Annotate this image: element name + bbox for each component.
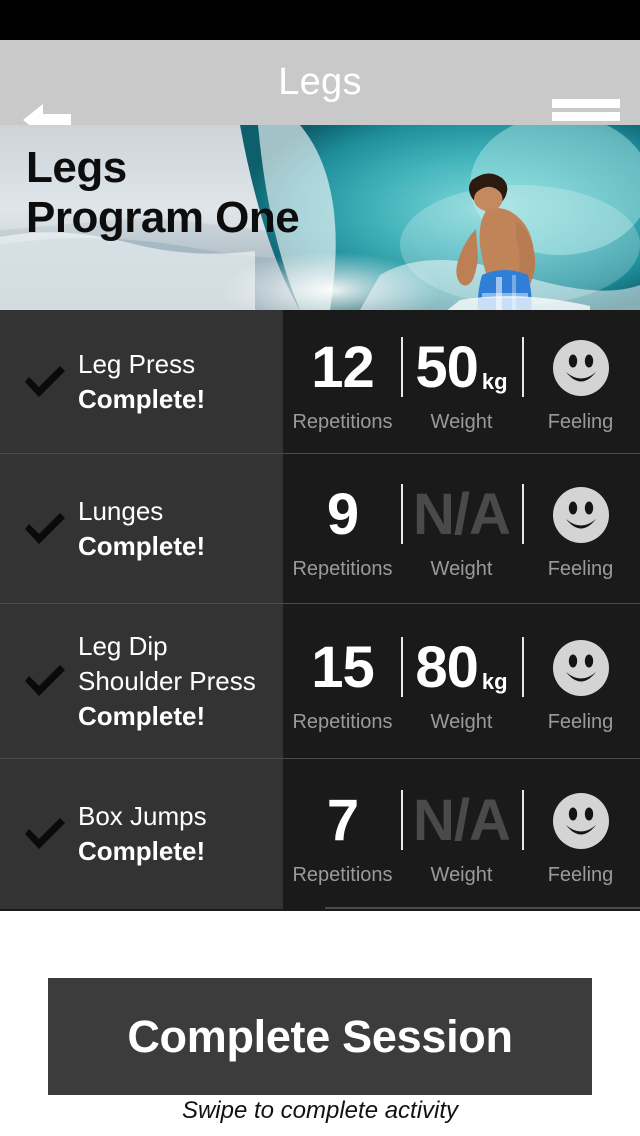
hero-title: Legs Program One (26, 143, 300, 243)
repetitions-label: Repetitions (292, 710, 393, 733)
exercise-name: Box Jumps (78, 801, 207, 831)
exercise-status: Complete! (78, 383, 206, 414)
weight-metric[interactable]: 80 kg (402, 629, 521, 707)
feeling-label: Feeling (547, 863, 614, 886)
feeling-metric[interactable] (521, 782, 640, 860)
metrics-row: 9 N/A (283, 476, 640, 554)
exercise-info-panel[interactable]: Leg Press Complete! (0, 310, 283, 453)
exercise-name-group: Box Jumps Complete! (78, 799, 207, 869)
weight-label: Weight (430, 710, 493, 733)
repetitions-label: Repetitions (292, 558, 393, 580)
repetitions-metric[interactable]: 12 (283, 329, 402, 407)
hero-title-line2: Program One (26, 193, 300, 242)
status-bar (0, 0, 640, 40)
repetitions-label: Repetitions (292, 863, 393, 886)
exercise-name: Shoulder Press (78, 665, 256, 696)
exercise-metrics-panel[interactable]: 7 N/A Repetitions Weight Feeling (283, 758, 640, 909)
exercise-row[interactable]: Box Jumps Complete! 7 N/A Repetitions Weight F… (0, 758, 640, 909)
metric-labels: Repetitions Weight Feeling (283, 558, 640, 581)
exercise-info-panel[interactable]: Lunges Complete! (0, 453, 283, 603)
exercise-list: Leg Press Complete! 12 50 kg Repetitions Weigh… (0, 310, 640, 911)
smiley-face-icon (552, 639, 610, 697)
checkmark-icon (22, 816, 68, 852)
repetitions-label: Repetitions (292, 411, 393, 433)
metrics-row: 7 N/A (283, 782, 640, 860)
exercise-row[interactable]: Leg Dip Shoulder Press Complete! 15 80 kg Repe… (0, 603, 640, 758)
navigation-bar: Legs (0, 40, 640, 147)
page-title: Legs (278, 61, 362, 103)
exercise-row[interactable]: Lunges Complete! 9 N/A Repetitions Weight Feel… (0, 453, 640, 603)
exercise-row[interactable]: Leg Press Complete! 12 50 kg Repetitions Weigh… (0, 310, 640, 453)
smiley-face-icon (552, 339, 610, 397)
metric-labels: Repetitions Weight Feeling (283, 411, 640, 434)
repetitions-value: 12 (311, 335, 375, 400)
next-row-divider (325, 907, 640, 909)
repetitions-metric[interactable]: 7 (283, 782, 402, 860)
weight-value: N/A (413, 787, 511, 853)
exercise-name-group: Leg Press Complete! (78, 347, 205, 417)
complete-session-button[interactable]: Complete Session (48, 978, 592, 1095)
weight-unit: kg (481, 369, 508, 394)
weight-value: 80 (415, 634, 479, 700)
weight-label: Weight (430, 558, 493, 580)
smiley-face-icon (552, 486, 610, 544)
repetitions-metric[interactable]: 15 (283, 629, 402, 707)
repetitions-value: 9 (326, 482, 359, 547)
program-hero-banner: Legs Program One (0, 125, 640, 310)
swipe-hint-label: Swipe to complete activity (181, 1097, 459, 1124)
weight-label: Weight (430, 863, 493, 886)
metrics-row: 15 80 kg (283, 629, 640, 707)
feeling-label: Feeling (547, 710, 614, 733)
metric-labels: Repetitions Weight Feeling (283, 864, 640, 887)
weight-value: N/A (413, 482, 511, 547)
feeling-metric[interactable] (521, 476, 640, 554)
feeling-label: Feeling (547, 558, 614, 580)
metric-labels: Repetitions Weight Feeling (283, 711, 640, 734)
exercise-status: Complete! (78, 700, 206, 731)
exercise-metrics-panel[interactable]: 15 80 kg Repetitions Weight Feeling (283, 603, 640, 758)
exercise-name: Lunges (78, 495, 164, 526)
feeling-metric[interactable] (521, 329, 640, 407)
hamburger-menu-icon (552, 99, 620, 108)
weight-value: 50 (415, 335, 479, 400)
weight-metric[interactable]: 50 kg (402, 329, 521, 407)
hamburger-bar-2 (552, 112, 620, 121)
feeling-metric[interactable] (521, 629, 640, 707)
weight-metric[interactable]: N/A (402, 782, 521, 860)
exercise-name: Leg Dip (78, 630, 168, 661)
repetitions-metric[interactable]: 9 (283, 476, 402, 554)
exercise-status: Complete! (78, 530, 206, 561)
exercise-info-panel[interactable]: Leg Dip Shoulder Press Complete! (0, 603, 283, 758)
weight-metric[interactable]: N/A (402, 476, 521, 554)
exercise-name-group: Lunges Complete! (78, 494, 205, 564)
checkmark-icon (22, 511, 68, 547)
footer-area: Complete Session Swipe to complete activ… (0, 911, 640, 1136)
checkmark-icon (22, 663, 68, 699)
repetitions-value: 7 (326, 787, 359, 853)
exercise-status: Complete! (78, 836, 206, 866)
hero-title-line1: Legs (26, 143, 127, 192)
metrics-row: 12 50 kg (283, 329, 640, 407)
repetitions-value: 15 (311, 634, 375, 700)
weight-unit: kg (481, 668, 508, 694)
exercise-info-panel[interactable]: Box Jumps Complete! (0, 758, 283, 909)
exercise-metrics-panel[interactable]: 12 50 kg Repetitions Weight Feeling (283, 310, 640, 453)
checkmark-icon (22, 364, 68, 400)
exercise-name-group: Leg Dip Shoulder Press Complete! (78, 629, 256, 734)
exercise-name: Leg Press (78, 348, 196, 379)
weight-label: Weight (430, 411, 493, 433)
smiley-face-icon (552, 792, 610, 850)
app-screen: Legs Legs Program One Leg Press Complete… (0, 0, 640, 1136)
exercise-metrics-panel[interactable]: 9 N/A Repetitions Weight Feeling (283, 453, 640, 603)
feeling-label: Feeling (547, 411, 614, 433)
